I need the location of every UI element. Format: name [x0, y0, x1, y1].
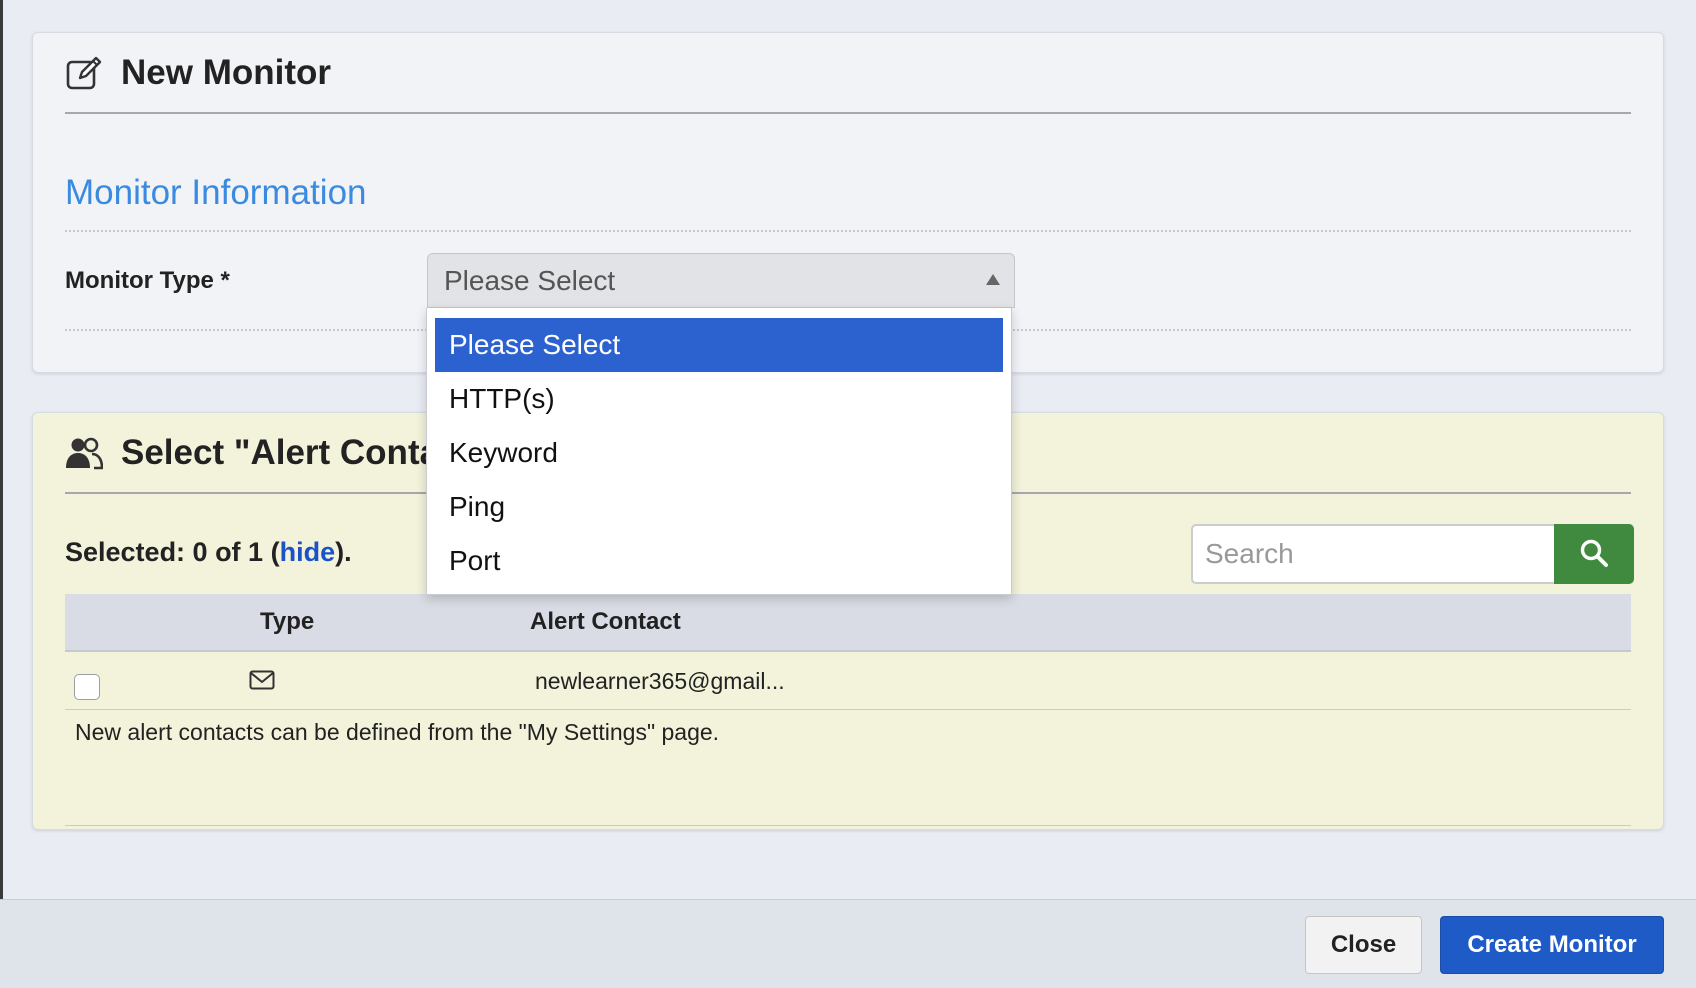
table-header: Type Alert Contact — [65, 594, 1631, 652]
monitor-type-dropdown: Please Select HTTP(s) Keyword Ping Port — [426, 308, 1012, 595]
selected-count-text: Selected: 0 of 1 ( — [65, 537, 280, 567]
column-header-alert-contact: Alert Contact — [530, 608, 681, 635]
envelope-icon — [249, 670, 275, 695]
contact-checkbox[interactable] — [74, 674, 100, 700]
alert-contacts-table: Type Alert Contact newlearner365@gmail..… — [65, 594, 1631, 745]
alert-contacts-note: New alert contacts can be defined from t… — [75, 719, 720, 745]
dropdown-option-http[interactable]: HTTP(s) — [435, 372, 1003, 426]
section-title: Monitor Information — [65, 173, 367, 212]
create-monitor-button[interactable]: Create Monitor — [1440, 916, 1664, 974]
close-button[interactable]: Close — [1305, 916, 1422, 974]
select-value: Please Select — [444, 264, 616, 296]
dropdown-option-keyword[interactable]: Keyword — [435, 426, 1003, 480]
column-header-type: Type — [260, 608, 315, 635]
window-frame-edge — [0, 0, 3, 988]
monitor-type-select[interactable]: Please Select — [427, 253, 1015, 308]
selected-count: Selected: 0 of 1 (hide). — [65, 537, 352, 568]
table-row: newlearner365@gmail... — [65, 652, 1631, 710]
panel-title: New Monitor — [121, 52, 331, 92]
dropdown-option-ping[interactable]: Ping — [435, 480, 1003, 534]
dropdown-option-port[interactable]: Port — [435, 534, 1003, 588]
search-icon — [1579, 538, 1609, 571]
dropdown-option-please-select[interactable]: Please Select — [435, 318, 1003, 372]
search-input[interactable] — [1191, 524, 1554, 584]
hide-link[interactable]: hide — [280, 537, 336, 567]
search-button[interactable] — [1554, 524, 1634, 584]
alert-contact-email: newlearner365@gmail... — [535, 668, 785, 694]
monitor-type-label: Monitor Type * — [65, 267, 230, 294]
selected-count-suffix: ). — [335, 537, 352, 567]
modal-footer: Close Create Monitor — [0, 899, 1696, 988]
edit-icon — [65, 55, 103, 91]
caret-up-icon — [986, 274, 1000, 285]
divider — [65, 230, 1631, 232]
users-icon — [65, 435, 103, 471]
new-monitor-header: New Monitor — [65, 33, 1631, 114]
divider — [65, 825, 1631, 826]
contact-search — [1191, 524, 1634, 584]
